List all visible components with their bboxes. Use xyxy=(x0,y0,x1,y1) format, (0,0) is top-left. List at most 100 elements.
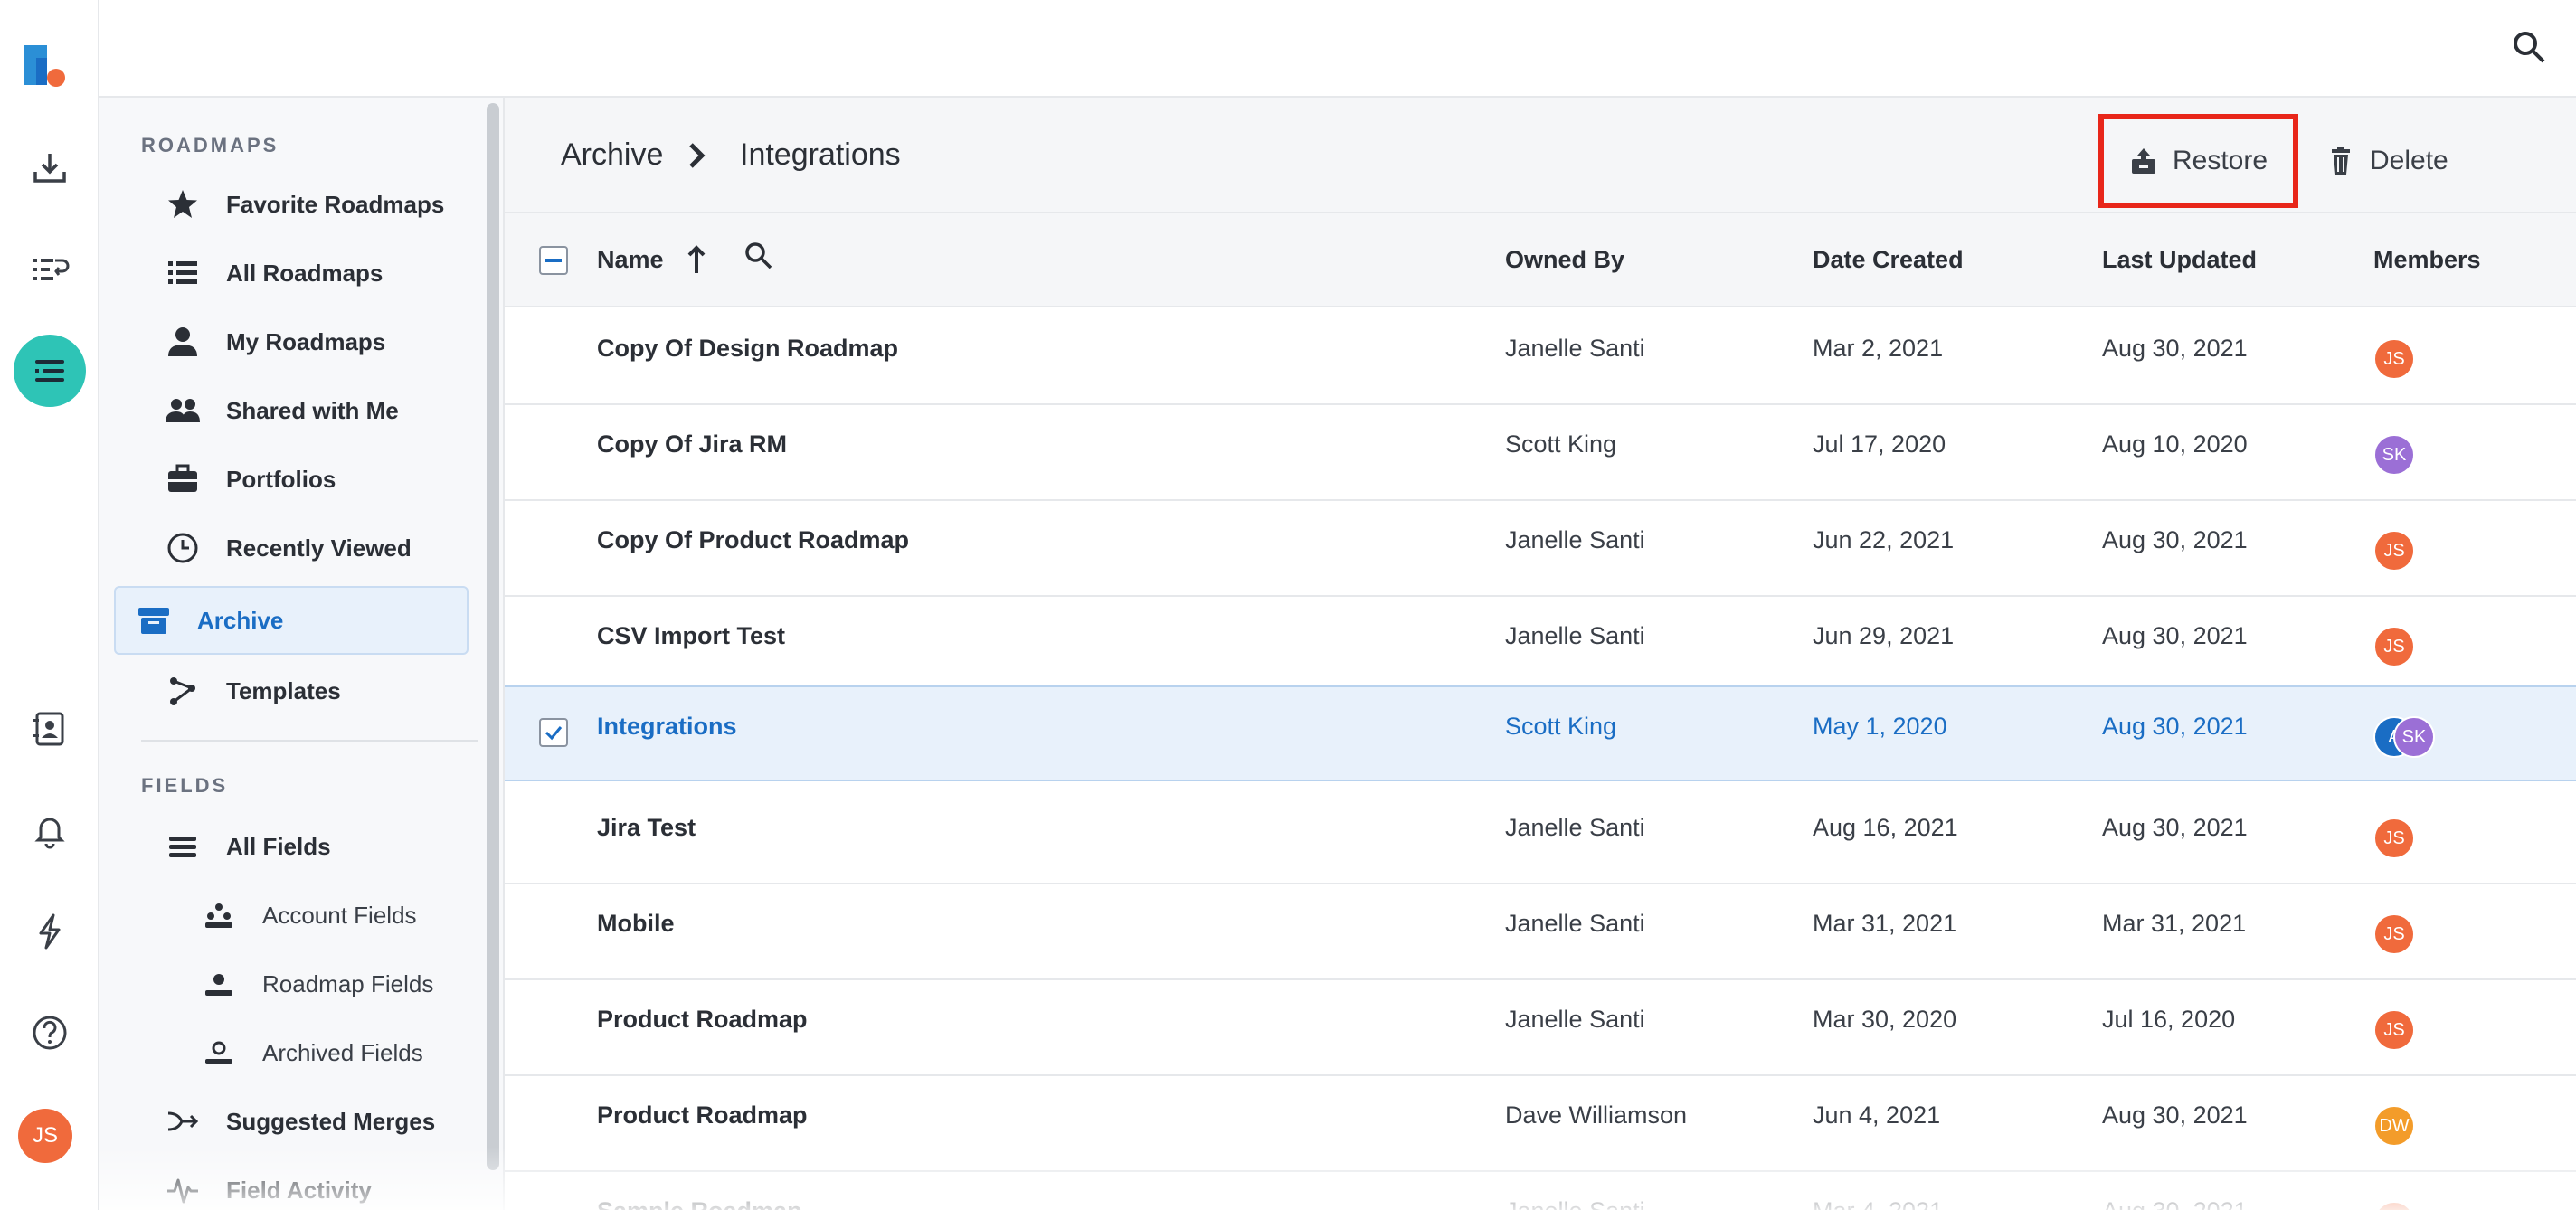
archived-fields-icon xyxy=(199,1033,239,1073)
row-name[interactable]: Copy Of Jira RM xyxy=(597,430,787,458)
column-date-created-header[interactable]: Date Created xyxy=(1813,246,1964,274)
row-owner: Janelle Santi xyxy=(1505,910,1645,937)
sidebar-item-portfolios[interactable]: Portfolios xyxy=(114,445,469,514)
sidebar-item-label: Suggested Merges xyxy=(226,1107,436,1135)
row-owner: Scott King xyxy=(1505,713,1617,740)
row-name[interactable]: Product Roadmap xyxy=(597,1006,808,1034)
member-avatar[interactable]: JS xyxy=(2373,913,2415,955)
sort-ascending-icon[interactable] xyxy=(684,244,709,275)
checkmark-icon xyxy=(545,726,563,741)
table-row[interactable]: Jira Test Janelle Santi Aug 16, 2021 Aug… xyxy=(505,789,2576,884)
roadmunk-logo[interactable] xyxy=(20,40,71,90)
people-icon xyxy=(163,391,203,430)
sidebar-item-all-roadmaps[interactable]: All Roadmaps xyxy=(114,239,469,307)
trash-icon xyxy=(2332,147,2350,175)
sidebar-scrollbar[interactable] xyxy=(487,103,499,1170)
bell-icon[interactable] xyxy=(14,794,86,866)
help-icon[interactable] xyxy=(14,997,86,1069)
top-bar xyxy=(99,0,2576,98)
table-row[interactable]: Mobile Janelle Santi Mar 31, 2021 Mar 31… xyxy=(505,884,2576,980)
row-checkbox-checked[interactable] xyxy=(539,718,568,747)
row-name[interactable]: Sample Roadmap xyxy=(597,1197,802,1210)
delete-button[interactable]: Delete xyxy=(2326,114,2448,208)
row-date-created: Mar 31, 2021 xyxy=(1813,910,1957,937)
sidebar-item-label: Templates xyxy=(226,676,341,704)
sidebar-item-label: My Roadmaps xyxy=(226,327,386,355)
sidebar-item-favorite-roadmaps[interactable]: Favorite Roadmaps xyxy=(114,170,469,239)
sidebar-item-recently-viewed[interactable]: Recently Viewed xyxy=(114,514,469,582)
row-date-created: Jun 22, 2021 xyxy=(1813,526,1955,553)
table-row-selected[interactable]: Integrations Scott King May 1, 2020 Aug … xyxy=(505,685,2576,781)
member-avatar[interactable]: JS xyxy=(2373,530,2415,572)
sidebar-item-archive[interactable]: Archive xyxy=(114,586,469,655)
row-last-updated: Aug 10, 2020 xyxy=(2102,430,2248,458)
table-row[interactable]: Copy Of Product Roadmap Janelle Santi Ju… xyxy=(505,501,2576,597)
table-row[interactable]: Product Roadmap Janelle Santi Mar 30, 20… xyxy=(505,980,2576,1076)
sidebar-item-label: Account Fields xyxy=(262,901,417,929)
member-avatar[interactable]: SK xyxy=(2393,716,2435,758)
sidebar-item-label: Shared with Me xyxy=(226,396,399,424)
briefcase-icon xyxy=(163,459,203,499)
column-name-header[interactable]: Name xyxy=(597,246,664,274)
member-avatar[interactable]: SK xyxy=(2373,434,2415,476)
person-icon xyxy=(163,322,203,362)
row-name[interactable]: Integrations xyxy=(597,713,737,741)
contacts-icon[interactable] xyxy=(14,693,86,765)
breadcrumb-current: Integrations xyxy=(740,137,901,172)
table-row[interactable]: Copy Of Jira RM Scott King Jul 17, 2020 … xyxy=(505,405,2576,501)
member-avatar[interactable]: JS xyxy=(2373,1201,2415,1210)
row-name[interactable]: CSV Import Test xyxy=(597,622,785,650)
sidebar-item-shared-with-me[interactable]: Shared with Me xyxy=(114,376,469,445)
table-row[interactable]: Sample Roadmap Janelle Santi Mar 4, 2021… xyxy=(505,1172,2576,1210)
backlog-icon[interactable] xyxy=(14,233,86,306)
restore-button[interactable]: Restore xyxy=(2098,114,2299,208)
lightning-icon[interactable] xyxy=(14,895,86,968)
member-avatar[interactable]: JS xyxy=(2373,818,2415,859)
row-last-updated: Aug 30, 2021 xyxy=(2102,335,2248,362)
roadmaps-icon[interactable] xyxy=(14,335,86,407)
sidebar-item-all-fields[interactable]: All Fields xyxy=(114,812,469,881)
column-owned-by-header[interactable]: Owned By xyxy=(1505,246,1624,274)
row-owner: Scott King xyxy=(1505,430,1617,458)
sidebar-item-label: Portfolios xyxy=(226,465,336,493)
sidebar-item-label: Recently Viewed xyxy=(226,534,412,562)
sidebar-item-templates[interactable]: Templates xyxy=(114,657,469,725)
sidebar-item-field-activity[interactable]: Field Activity xyxy=(114,1156,469,1210)
row-name[interactable]: Product Roadmap xyxy=(597,1101,808,1130)
table-row[interactable]: Copy Of Design Roadmap Janelle Santi Mar… xyxy=(505,309,2576,405)
row-owner: Janelle Santi xyxy=(1505,1006,1645,1033)
member-avatar[interactable]: DW xyxy=(2373,1105,2415,1147)
sidebar-item-archived-fields[interactable]: Archived Fields xyxy=(114,1018,469,1087)
row-last-updated: Aug 30, 2021 xyxy=(2102,713,2248,740)
icon-rail: JS xyxy=(0,0,99,1210)
user-avatar[interactable]: JS xyxy=(18,1109,72,1163)
sidebar-item-label: Archived Fields xyxy=(262,1038,423,1066)
member-avatar[interactable]: JS xyxy=(2373,626,2415,667)
sidebar-item-suggested-merges[interactable]: Suggested Merges xyxy=(114,1087,469,1156)
roadmap-fields-icon xyxy=(199,964,239,1004)
branch-icon xyxy=(163,671,203,711)
table-row[interactable]: Product Roadmap Dave Williamson Jun 4, 2… xyxy=(505,1076,2576,1172)
row-last-updated: Aug 30, 2021 xyxy=(2102,1101,2248,1129)
select-all-checkbox[interactable] xyxy=(539,246,568,275)
import-icon[interactable] xyxy=(14,132,86,204)
row-owner: Janelle Santi xyxy=(1505,622,1645,649)
column-search-icon[interactable] xyxy=(743,241,774,271)
table-row[interactable]: CSV Import Test Janelle Santi Jun 29, 20… xyxy=(505,597,2576,693)
row-name[interactable]: Copy Of Product Roadmap xyxy=(597,526,909,554)
row-name[interactable]: Jira Test xyxy=(597,814,696,842)
row-name[interactable]: Copy Of Design Roadmap xyxy=(597,335,898,363)
sidebar-item-roadmap-fields[interactable]: Roadmap Fields xyxy=(114,950,469,1018)
row-owner: Janelle Santi xyxy=(1505,526,1645,553)
column-members-header[interactable]: Members xyxy=(2373,246,2481,274)
sidebar-item-my-roadmaps[interactable]: My Roadmaps xyxy=(114,307,469,376)
activity-icon xyxy=(163,1170,203,1210)
row-owner: Janelle Santi xyxy=(1505,1197,1645,1210)
row-name[interactable]: Mobile xyxy=(597,910,675,938)
search-icon[interactable] xyxy=(2504,22,2554,72)
sidebar-item-account-fields[interactable]: Account Fields xyxy=(114,881,469,950)
column-last-updated-header[interactable]: Last Updated xyxy=(2102,246,2257,274)
member-avatar[interactable]: JS xyxy=(2373,338,2415,380)
breadcrumb-parent[interactable]: Archive xyxy=(561,137,663,173)
member-avatar[interactable]: JS xyxy=(2373,1009,2415,1051)
